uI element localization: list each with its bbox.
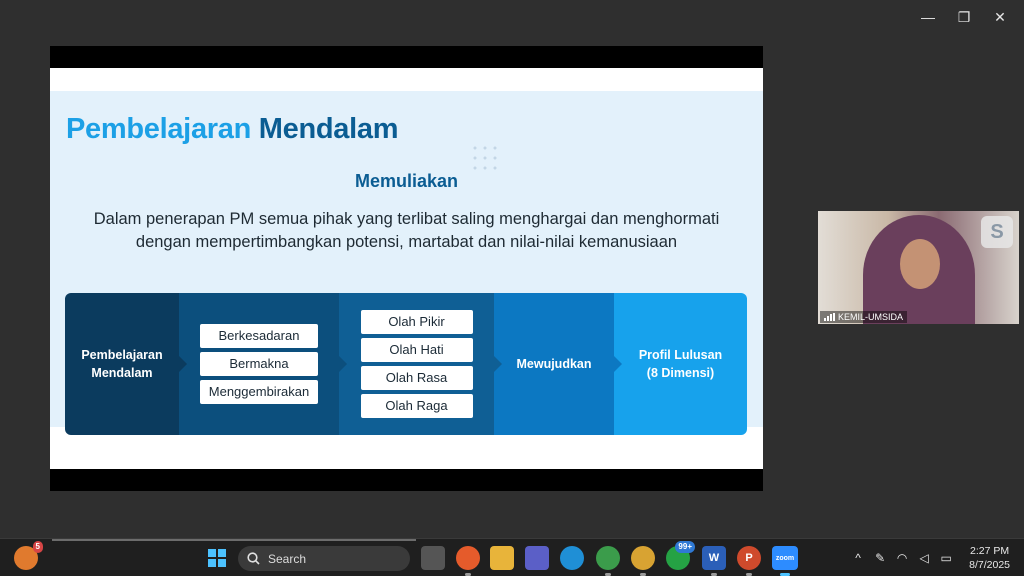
powerpoint-glyph: P	[745, 552, 753, 564]
firefox-icon[interactable]	[456, 546, 480, 576]
taskbar-progress-line	[52, 539, 416, 541]
flow-step-mewujudkan: Mewujudkan	[494, 293, 622, 435]
chip-olah-rasa: Olah Rasa	[360, 366, 473, 390]
slide-page: Pembelajaran Mendalam Memuliakan Dalam p…	[50, 68, 763, 469]
flow-step4-label: Mewujudkan	[516, 357, 592, 371]
flow-arrow	[339, 356, 347, 372]
flow-step-principles: Berkesadaran Bermakna Menggembirakan	[179, 293, 347, 435]
volume-icon[interactable]: ◁	[913, 551, 935, 565]
taskbar-clock[interactable]: 2:27 PM 8/7/2025	[969, 544, 1010, 572]
participant-app-icon: S	[981, 216, 1013, 248]
task-view-icon[interactable]	[421, 546, 445, 570]
title-part2: Mendalam	[258, 113, 399, 145]
chrome-profile-icon[interactable]	[631, 546, 655, 576]
flow-step1-label: Pembelajaran Mendalam	[81, 346, 162, 382]
word-glyph: W	[708, 552, 720, 564]
edge-icon[interactable]	[560, 546, 584, 570]
flow-step5-line2: (8 Dimensi)	[646, 366, 715, 380]
clock-date: 8/7/2025	[969, 559, 1010, 571]
signal-strength-icon	[824, 313, 835, 321]
minimize-button[interactable]: —	[910, 6, 946, 28]
flow-arrow	[494, 356, 502, 372]
widgets-icon[interactable]: 5	[14, 541, 43, 570]
taskbar-search[interactable]: Search	[238, 546, 410, 571]
title-part1: Pembelajaran	[66, 113, 251, 145]
battery-icon[interactable]: ▭	[935, 551, 957, 565]
shared-screen: Pembelajaran Mendalam Memuliakan Dalam p…	[50, 46, 763, 491]
flow-step5-line1: Profil Lulusan	[638, 348, 723, 362]
participant-name-tag: KEMIL-UMSIDA	[820, 311, 908, 323]
flow-step-olah: Olah Pikir Olah Hati Olah Rasa Olah Raga	[339, 293, 502, 435]
chip-menggembirakan: Menggembirakan	[200, 380, 318, 404]
tray-chevron-icon[interactable]: ^	[847, 551, 869, 565]
wifi-icon[interactable]: ◠	[891, 551, 913, 565]
chip-olah-raga: Olah Raga	[360, 394, 473, 418]
flow-step-profil: Profil Lulusan (8 Dimensi)	[614, 293, 747, 435]
slide-title: Pembelajaran Mendalam	[66, 113, 398, 146]
notification-badge: 5	[32, 541, 43, 553]
slide-description: Dalam penerapan PM semua pihak yang terl…	[50, 208, 763, 254]
flow-step1-line1: Pembelajaran	[81, 348, 163, 362]
language-pen-icon[interactable]: ✎	[869, 551, 891, 565]
participant-name: KEMIL-UMSIDA	[838, 312, 904, 322]
flow-arrow	[179, 356, 187, 372]
whatsapp-icon[interactable]: 99+	[666, 541, 695, 570]
clock-time: 2:27 PM	[970, 545, 1010, 557]
description-line-1: Dalam penerapan PM semua pihak yang terl…	[93, 210, 720, 228]
search-placeholder: Search	[268, 551, 307, 566]
windows-logo-icon	[208, 549, 226, 567]
zoom-label: zoom	[775, 554, 795, 562]
dots-decoration	[470, 143, 500, 173]
file-explorer-icon[interactable]	[490, 546, 514, 570]
system-tray: ^ ✎ ◠ ◁ ▭ 2:27 PM 8/7/2025	[847, 539, 1024, 576]
flow-arrow	[614, 356, 622, 372]
flow-step5-label: Profil Lulusan (8 Dimensi)	[639, 346, 722, 382]
chip-berkesadaran: Berkesadaran	[200, 324, 318, 348]
chip-olah-pikir: Olah Pikir	[360, 310, 473, 334]
slide-subtitle: Memuliakan	[354, 171, 459, 191]
flow-step1-line2: Mendalam	[91, 366, 153, 380]
word-icon[interactable]: W	[702, 546, 726, 576]
chip-bermakna: Bermakna	[200, 352, 318, 376]
taskbar: 5 Search 99+ W P zoom ^ ✎ ◠ ◁ ▭ 2:27 PM …	[0, 538, 1024, 576]
restore-button[interactable]: ❐	[946, 6, 982, 28]
search-icon	[247, 552, 260, 565]
whatsapp-badge: 99+	[675, 541, 695, 553]
flow-step-pembelajaran: Pembelajaran Mendalam	[65, 293, 187, 435]
minimize-icon: —	[921, 9, 935, 25]
zoom-icon[interactable]: zoom	[772, 546, 798, 576]
teams-icon[interactable]	[525, 546, 549, 570]
powerpoint-icon[interactable]: P	[737, 546, 761, 576]
window-controls: — ❐ ✕	[910, 6, 1018, 28]
windows-start-icon[interactable]	[205, 546, 229, 570]
close-button[interactable]: ✕	[982, 6, 1018, 28]
description-line-2: dengan mempertimbangkan potensi, martaba…	[135, 233, 678, 251]
participant-video[interactable]: S KEMIL-UMSIDA	[818, 211, 1019, 324]
restore-icon: ❐	[957, 8, 971, 25]
slide-content: Pembelajaran Mendalam Memuliakan Dalam p…	[50, 91, 763, 435]
chrome-icon[interactable]	[596, 546, 620, 576]
chip-olah-hati: Olah Hati	[360, 338, 473, 362]
participant-face	[900, 239, 940, 289]
flow-diagram: Pembelajaran Mendalam Berkesadaran Berma…	[65, 293, 747, 435]
close-icon: ✕	[994, 8, 1006, 25]
